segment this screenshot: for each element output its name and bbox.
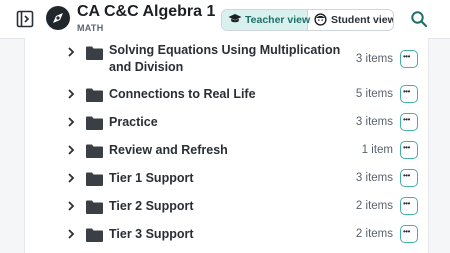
folder-name: Practice (109, 115, 158, 129)
folder-icon (86, 228, 103, 242)
graduation-cap-icon (228, 14, 242, 23)
folder-name: Tier 3 Support (109, 227, 194, 241)
teacher-view-button[interactable]: Teacher view (222, 10, 311, 30)
folder-row[interactable]: Tier 2 Support 2 items (25, 196, 428, 224)
folder-row[interactable]: Connections to Real Life 5 items (25, 84, 428, 112)
chevron-right-icon[interactable] (66, 47, 76, 57)
more-options-button[interactable] (400, 169, 418, 187)
folder-list: Solving Equations Using Multiplication a… (24, 38, 429, 253)
more-options-button[interactable] (400, 113, 418, 131)
folder-name: Connections to Real Life (109, 87, 256, 101)
chevron-right-icon[interactable] (66, 89, 76, 99)
more-options-button[interactable] (400, 85, 418, 103)
chevron-right-icon[interactable] (66, 173, 76, 183)
folder-icon (86, 88, 103, 102)
folder-name: Tier 2 Support (109, 199, 194, 213)
more-options-button[interactable] (400, 225, 418, 243)
course-logo-icon (46, 6, 70, 30)
chevron-right-icon[interactable] (66, 145, 76, 155)
item-count: 5 items (355, 88, 393, 100)
item-count: 1 item (361, 144, 393, 156)
more-options-button[interactable] (400, 50, 418, 68)
folder-icon (86, 46, 103, 60)
folder-icon (86, 172, 103, 186)
more-options-button[interactable] (400, 141, 418, 159)
folder-name: Tier 1 Support (109, 171, 194, 185)
folder-row[interactable]: Practice 3 items (25, 112, 428, 140)
more-options-button[interactable] (400, 197, 418, 215)
teacher-view-label: Teacher view (245, 14, 311, 26)
sidebar-toggle-icon[interactable] (16, 10, 34, 28)
search-icon[interactable] (410, 10, 428, 28)
folder-row[interactable]: Solving Equations Using Multiplication a… (25, 40, 428, 80)
folder-row[interactable]: Tier 3 Support 2 items (25, 224, 428, 252)
course-subject: MATH (77, 23, 104, 33)
folder-row[interactable]: Tier 1 Support 3 items (25, 168, 428, 196)
item-count: 2 items (355, 200, 393, 212)
folder-name: Solving Equations Using Multiplication a… (109, 43, 341, 74)
student-view-label: Student view (331, 14, 394, 26)
student-view-button[interactable]: Student view (308, 10, 393, 30)
top-bar: CA C&C Algebra 1 MATH Teacher view Stude… (0, 0, 450, 39)
chevron-right-icon[interactable] (66, 229, 76, 239)
folder-name: Review and Refresh (109, 143, 228, 157)
view-switch: Teacher view Student view (221, 9, 394, 31)
folder-icon (86, 116, 103, 130)
folder-row[interactable]: Review and Refresh 1 item (25, 140, 428, 168)
folder-icon (86, 144, 103, 158)
chevron-right-icon[interactable] (66, 117, 76, 127)
item-count: 2 items (355, 228, 393, 240)
student-face-icon (314, 13, 327, 26)
course-title: CA C&C Algebra 1 (77, 3, 216, 20)
item-count: 3 items (355, 53, 393, 65)
item-count: 3 items (355, 116, 393, 128)
folder-icon (86, 200, 103, 214)
item-count: 3 items (355, 172, 393, 184)
chevron-right-icon[interactable] (66, 201, 76, 211)
